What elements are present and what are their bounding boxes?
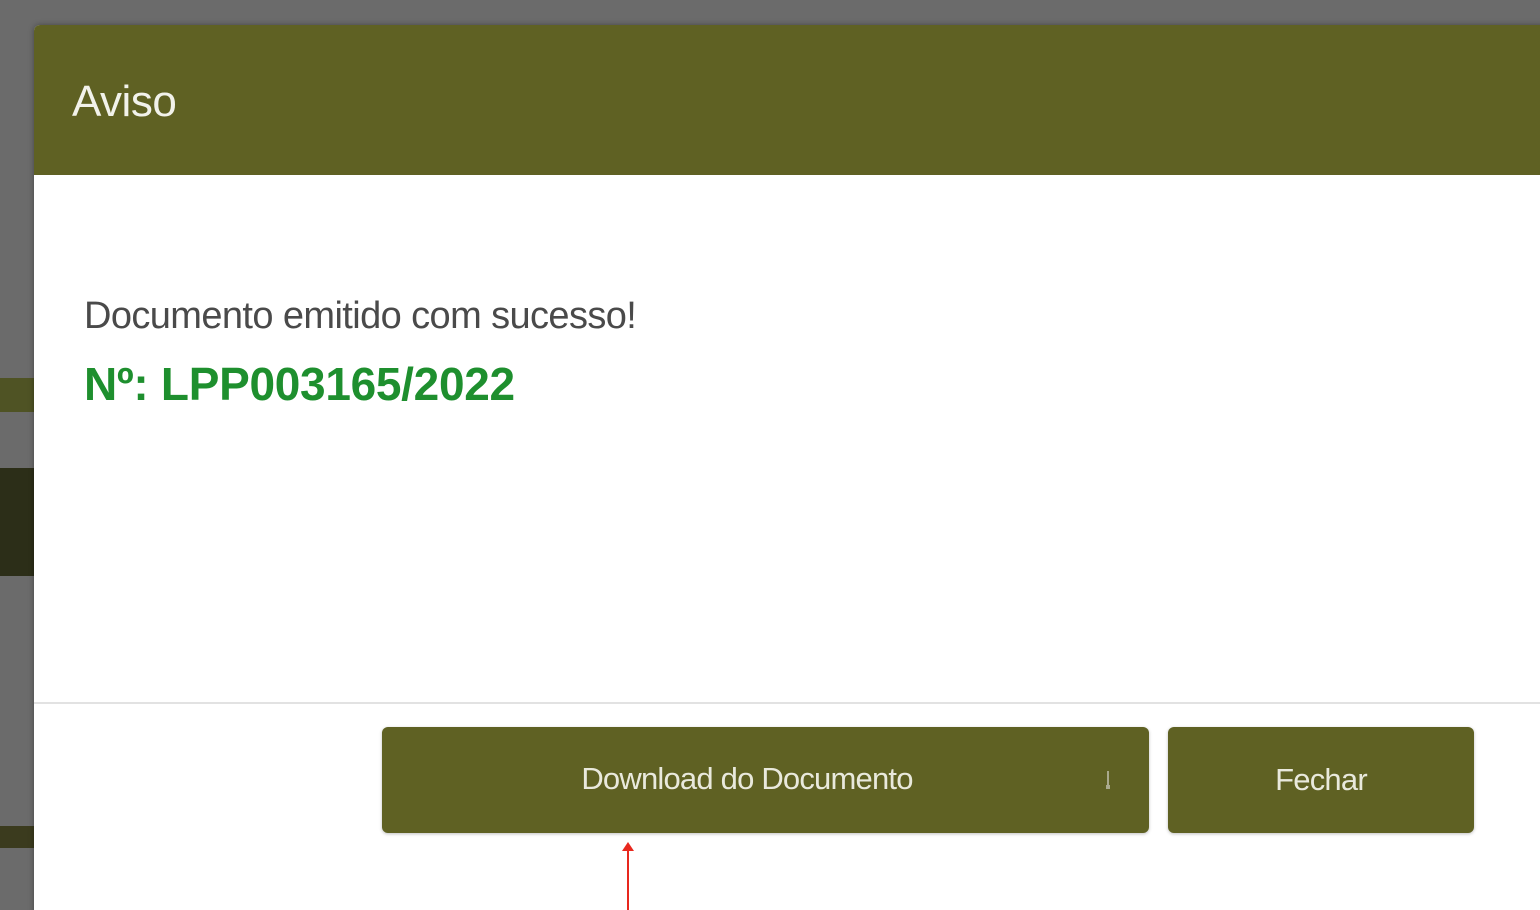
dialog-body: Documento emitido com sucesso! Nº: LPP00… [34,175,1540,702]
dialog-header: Aviso [34,25,1540,175]
download-document-button[interactable]: Download do Documento [382,727,1149,833]
dialog-title: Aviso [72,77,177,126]
document-number: Nº: LPP003165/2022 [84,358,515,410]
download-icon [1106,771,1110,789]
annotation-arrow-line [627,846,629,910]
download-button-label: Download do Documento [581,761,913,796]
close-button[interactable]: Fechar [1168,727,1474,833]
footer-divider [34,702,1540,704]
success-message: Documento emitido com sucesso! [84,295,637,337]
